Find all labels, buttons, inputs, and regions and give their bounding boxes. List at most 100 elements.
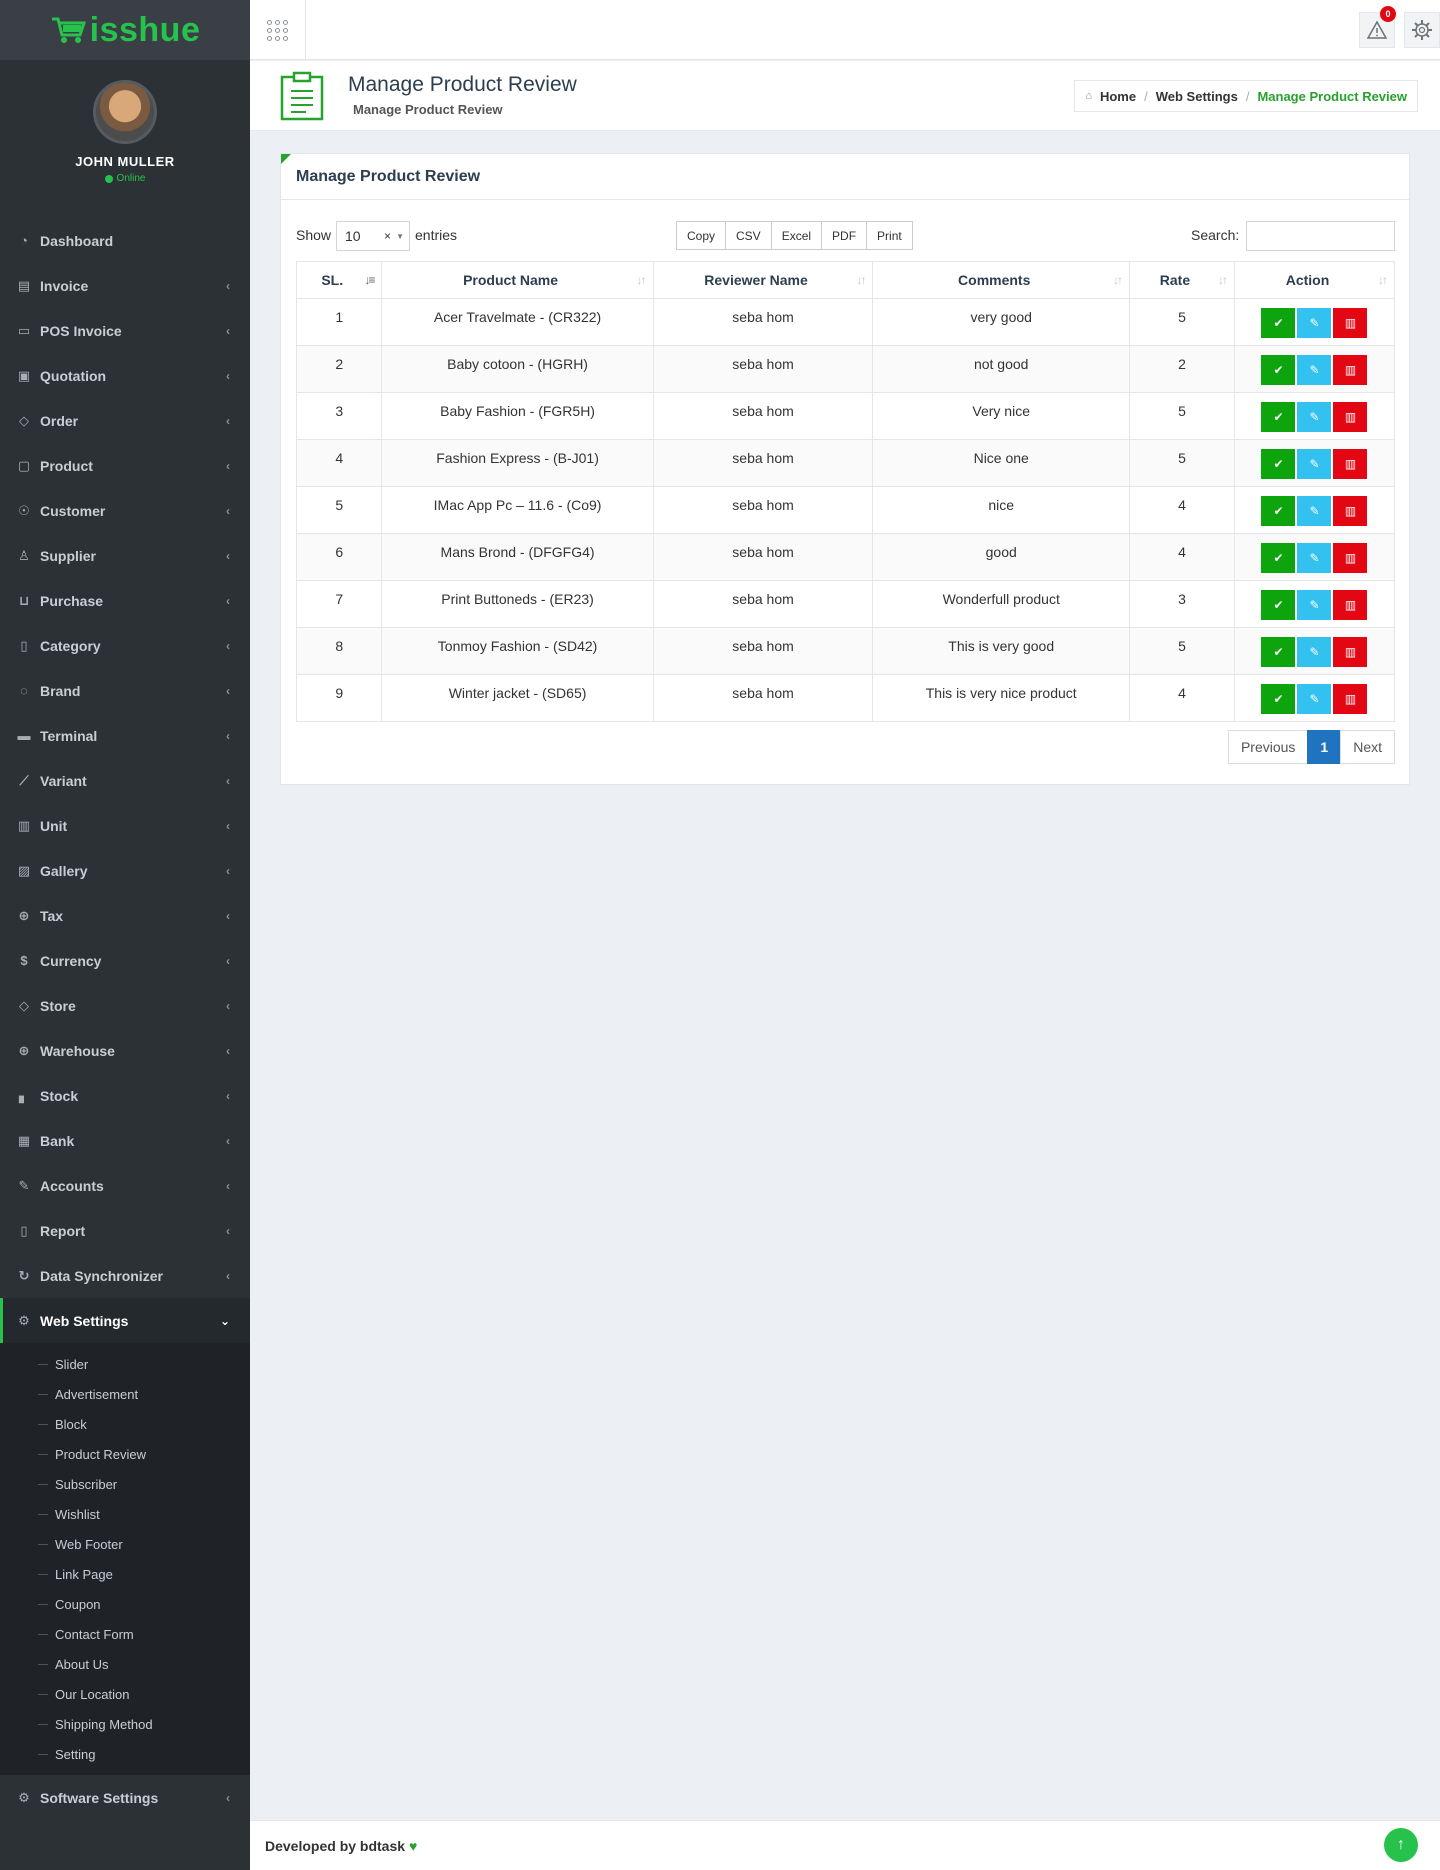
- csv-button[interactable]: CSV: [725, 221, 772, 250]
- scroll-to-top-button[interactable]: ↑: [1384, 1828, 1418, 1862]
- sidebar-item-gallery[interactable]: ▨ Gallery ‹: [0, 848, 250, 893]
- sidebar-item-label: Software Settings: [40, 1789, 159, 1806]
- edit-button[interactable]: ✎: [1297, 402, 1332, 432]
- submenu-item-product-review[interactable]: Product Review: [0, 1439, 250, 1469]
- sidebar-item-category[interactable]: ▯ Category ‹: [0, 623, 250, 668]
- column-header-sl[interactable]: SL. ↓≡: [295, 261, 383, 299]
- entries-select[interactable]: 10 × ▼: [336, 221, 410, 251]
- column-header-action[interactable]: Action ↓↑: [1233, 261, 1396, 299]
- next-button[interactable]: Next: [1340, 730, 1395, 764]
- delete-button[interactable]: ▥: [1333, 308, 1368, 338]
- submenu-item-setting[interactable]: Setting: [0, 1739, 250, 1769]
- edit-button[interactable]: ✎: [1297, 496, 1332, 526]
- sidebar-item-accounts[interactable]: ✎ Accounts ‹: [0, 1163, 250, 1208]
- sidebar-item-supplier[interactable]: ♙ Supplier ‹: [0, 533, 250, 578]
- edit-button[interactable]: ✎: [1297, 449, 1332, 479]
- sidebar-item-terminal[interactable]: ▬ Terminal ‹: [0, 713, 250, 758]
- column-header-comments[interactable]: Comments ↓↑: [872, 261, 1130, 299]
- approve-button[interactable]: ✔: [1261, 355, 1296, 385]
- approve-button[interactable]: ✔: [1261, 684, 1296, 714]
- delete-button[interactable]: ▥: [1333, 496, 1368, 526]
- excel-button[interactable]: Excel: [770, 221, 823, 250]
- cell-comment: nice: [872, 486, 1130, 534]
- sidebar-item-unit[interactable]: ▥ Unit ‹: [0, 803, 250, 848]
- sidebar-item-purchase[interactable]: ⊔ Purchase ‹: [0, 578, 250, 623]
- sidebar-item-label: Category: [40, 637, 101, 654]
- sidebar-item-report[interactable]: ▯ Report ‹: [0, 1208, 250, 1253]
- edit-button[interactable]: ✎: [1297, 308, 1332, 338]
- submenu-item-web-footer[interactable]: Web Footer: [0, 1529, 250, 1559]
- sidebar-item-stock[interactable]: ▖ Stock ‹: [0, 1073, 250, 1118]
- delete-button[interactable]: ▥: [1333, 402, 1368, 432]
- delete-button[interactable]: ▥: [1333, 355, 1368, 385]
- approve-button[interactable]: ✔: [1261, 590, 1296, 620]
- sidebar-item-order[interactable]: ◇ Order ‹: [0, 398, 250, 443]
- delete-button[interactable]: ▥: [1333, 637, 1368, 667]
- submenu-item-block[interactable]: Block: [0, 1409, 250, 1439]
- sidebar-item-customer[interactable]: ☉ Customer ‹: [0, 488, 250, 533]
- pdf-button[interactable]: PDF: [821, 221, 868, 250]
- submenu-item-wishlist[interactable]: Wishlist: [0, 1499, 250, 1529]
- breadcrumb-web-settings[interactable]: Web Settings: [1156, 89, 1238, 104]
- columns-icon: ▥: [17, 817, 31, 833]
- submenu-item-shipping-method[interactable]: Shipping Method: [0, 1709, 250, 1739]
- approve-button[interactable]: ✔: [1261, 449, 1296, 479]
- cell-reviewer: seba hom: [652, 345, 874, 393]
- sidebar-item-bank[interactable]: ▦ Bank ‹: [0, 1118, 250, 1163]
- submenu-item-subscriber[interactable]: Subscriber: [0, 1469, 250, 1499]
- column-header-rate[interactable]: Rate ↓↑: [1128, 261, 1235, 299]
- delete-button[interactable]: ▥: [1333, 684, 1368, 714]
- submenu-item-contact-form[interactable]: Contact Form: [0, 1619, 250, 1649]
- cell-comment: good: [872, 533, 1130, 581]
- edit-button[interactable]: ✎: [1297, 355, 1332, 385]
- delete-button[interactable]: ▥: [1333, 590, 1368, 620]
- search-input[interactable]: [1246, 221, 1395, 251]
- edit-button[interactable]: ✎: [1297, 543, 1332, 573]
- sidebar-item-quotation[interactable]: ▣ Quotation ‹: [0, 353, 250, 398]
- sidebar-item-web-settings[interactable]: ⚙ Web Settings ⌄: [0, 1298, 250, 1343]
- clear-icon[interactable]: ×: [384, 229, 391, 243]
- page-1-button[interactable]: 1: [1307, 730, 1342, 764]
- sidebar-item-product[interactable]: ▢ Product ‹: [0, 443, 250, 488]
- edit-button[interactable]: ✎: [1297, 637, 1332, 667]
- approve-button[interactable]: ✔: [1261, 637, 1296, 667]
- avatar[interactable]: [93, 80, 157, 144]
- logo[interactable]: isshue: [0, 0, 250, 60]
- print-button[interactable]: Print: [866, 221, 913, 250]
- table-row: 3 Baby Fashion - (FGR5H) seba hom Very nice…: [295, 392, 1396, 440]
- sidebar-item-currency[interactable]: $ Currency ‹: [0, 938, 250, 983]
- edit-button[interactable]: ✎: [1297, 590, 1332, 620]
- submenu-item-advertisement[interactable]: Advertisement: [0, 1379, 250, 1409]
- apps-grid-button[interactable]: [250, 0, 306, 60]
- breadcrumb-home[interactable]: Home: [1100, 89, 1136, 104]
- approve-button[interactable]: ✔: [1261, 308, 1296, 338]
- edit-button[interactable]: ✎: [1297, 684, 1332, 714]
- approve-button[interactable]: ✔: [1261, 402, 1296, 432]
- copy-button[interactable]: Copy: [676, 221, 727, 250]
- approve-button[interactable]: ✔: [1261, 496, 1296, 526]
- sidebar-item-data-synchronizer[interactable]: ↻ Data Synchronizer ‹: [0, 1253, 250, 1298]
- sidebar-item-store[interactable]: ◇ Store ‹: [0, 983, 250, 1028]
- sidebar-item-variant[interactable]: ⟋ Variant ‹: [0, 758, 250, 803]
- submenu-item-our-location[interactable]: Our Location: [0, 1679, 250, 1709]
- sidebar-item-invoice[interactable]: ▤ Invoice ‹: [0, 263, 250, 308]
- sidebar-item-pos-invoice[interactable]: ▭ POS Invoice ‹: [0, 308, 250, 353]
- submenu-item-about-us[interactable]: About Us: [0, 1649, 250, 1679]
- previous-button[interactable]: Previous: [1227, 730, 1309, 764]
- sidebar-item-tax[interactable]: ⊕ Tax ‹: [0, 893, 250, 938]
- submenu-item-coupon[interactable]: Coupon: [0, 1589, 250, 1619]
- approve-button[interactable]: ✔: [1261, 543, 1296, 573]
- settings-button[interactable]: [1404, 12, 1440, 48]
- column-header-reviewer[interactable]: Reviewer Name ↓↑: [652, 261, 874, 299]
- submenu-item-link-page[interactable]: Link Page: [0, 1559, 250, 1589]
- column-header-product[interactable]: Product Name ↓↑: [381, 261, 654, 299]
- cell-sl: 6: [295, 533, 383, 581]
- sidebar-item-software-settings[interactable]: ⚙ Software Settings ‹: [0, 1775, 250, 1820]
- sidebar-item-warehouse[interactable]: ⊕ Warehouse ‹: [0, 1028, 250, 1073]
- delete-button[interactable]: ▥: [1333, 543, 1368, 573]
- notification-button[interactable]: 0: [1359, 6, 1396, 48]
- submenu-item-slider[interactable]: Slider: [0, 1349, 250, 1379]
- sidebar-item-brand[interactable]: ◌ Brand ‹: [0, 668, 250, 713]
- delete-button[interactable]: ▥: [1333, 449, 1368, 479]
- sidebar-item-dashboard[interactable]: ◔ Dashboard: [0, 218, 250, 263]
